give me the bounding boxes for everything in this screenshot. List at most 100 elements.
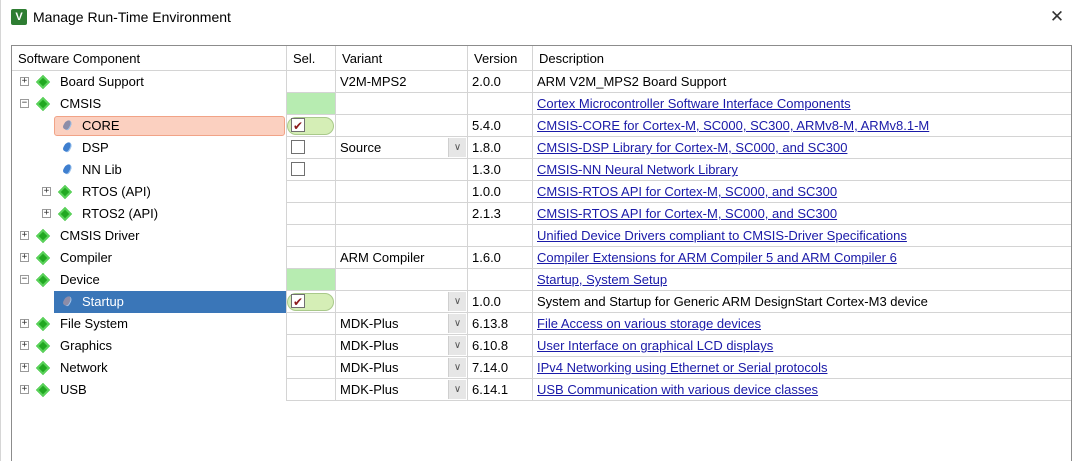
variant-cell bbox=[336, 181, 468, 203]
description-link[interactable]: CMSIS-RTOS API for Cortex-M, SC000, and … bbox=[537, 206, 837, 221]
chevron-down-icon[interactable]: ∨ bbox=[448, 292, 466, 311]
description-link[interactable]: Cortex Microcontroller Software Interfac… bbox=[537, 96, 851, 111]
column-header-description[interactable]: Description bbox=[533, 46, 1071, 71]
description-cell[interactable]: File Access on various storage devices bbox=[533, 313, 1071, 335]
expand-icon[interactable]: + bbox=[20, 231, 29, 240]
description-cell[interactable]: USB Communication with various device cl… bbox=[533, 379, 1071, 401]
chevron-down-icon[interactable]: ∨ bbox=[448, 336, 466, 355]
component-cell[interactable]: + Graphics bbox=[12, 335, 287, 357]
component-cell[interactable]: + File System bbox=[12, 313, 287, 335]
gem-icon bbox=[36, 361, 50, 375]
component-cell[interactable]: + Compiler bbox=[12, 247, 287, 269]
variant-cell[interactable]: MDK-Plus ∨ bbox=[336, 357, 468, 379]
chevron-down-icon[interactable]: ∨ bbox=[448, 138, 466, 157]
description-cell[interactable]: IPv4 Networking using Ethernet or Serial… bbox=[533, 357, 1071, 379]
component-cell[interactable]: + Board Support bbox=[12, 71, 287, 93]
close-icon[interactable]: ✕ bbox=[1047, 6, 1067, 28]
description-cell[interactable]: Startup, System Setup bbox=[533, 269, 1071, 291]
chevron-down-icon[interactable]: ∨ bbox=[448, 314, 466, 333]
expand-icon[interactable]: + bbox=[42, 187, 51, 196]
table-row[interactable]: + Network MDK-Plus ∨ 7.14.0 IPv4 Networking u… bbox=[12, 357, 1071, 379]
version-cell: 1.3.0 bbox=[468, 159, 533, 181]
expand-icon[interactable]: + bbox=[20, 319, 29, 328]
variant-value: V2M-MPS2 bbox=[340, 74, 407, 89]
table-row[interactable]: CORE 5.4.0 CMSIS-CORE for Cortex-M, SC000,… bbox=[12, 115, 1071, 137]
description-cell[interactable]: User Interface on graphical LCD displays bbox=[533, 335, 1071, 357]
description-cell[interactable]: Compiler Extensions for ARM Compiler 5 a… bbox=[533, 247, 1071, 269]
expand-icon[interactable]: + bbox=[42, 209, 51, 218]
column-header-sel[interactable]: Sel. bbox=[287, 46, 336, 71]
table-row[interactable]: + RTOS2 (API) 2.1.3 CMSIS-RTOS API for Cort… bbox=[12, 203, 1071, 225]
description-link[interactable]: CMSIS-RTOS API for Cortex-M, SC000, and … bbox=[537, 184, 837, 199]
select-checkbox[interactable] bbox=[291, 162, 305, 176]
table-row[interactable]: NN Lib 1.3.0 CMSIS-NN Neural Network Libra… bbox=[12, 159, 1071, 181]
component-cell[interactable]: CORE bbox=[12, 115, 287, 137]
sel-cell[interactable] bbox=[287, 159, 336, 181]
sel-cell[interactable] bbox=[287, 137, 336, 159]
table-row[interactable]: + File System MDK-Plus ∨ 6.13.8 File Access o… bbox=[12, 313, 1071, 335]
collapse-icon[interactable]: − bbox=[20, 99, 29, 108]
select-checkbox[interactable] bbox=[291, 140, 305, 154]
description-link[interactable]: Compiler Extensions for ARM Compiler 5 a… bbox=[537, 250, 897, 265]
table-row[interactable]: + USB MDK-Plus ∨ 6.14.1 USB Communication wit… bbox=[12, 379, 1071, 401]
variant-cell[interactable]: MDK-Plus ∨ bbox=[336, 379, 468, 401]
description-cell[interactable]: CMSIS-NN Neural Network Library bbox=[533, 159, 1071, 181]
variant-cell[interactable]: MDK-Plus ∨ bbox=[336, 335, 468, 357]
table-row[interactable]: + RTOS (API) 1.0.0 CMSIS-RTOS API for Corte… bbox=[12, 181, 1071, 203]
component-cell[interactable]: DSP bbox=[12, 137, 287, 159]
description-cell[interactable]: Cortex Microcontroller Software Interfac… bbox=[533, 93, 1071, 115]
column-header-version[interactable]: Version bbox=[468, 46, 533, 71]
expand-icon[interactable]: + bbox=[20, 77, 29, 86]
component-cell[interactable]: Startup bbox=[12, 291, 287, 313]
table-row[interactable]: DSP Source ∨ 1.8.0 CMSIS-DSP Library for Cor… bbox=[12, 137, 1071, 159]
column-header-component[interactable]: Software Component bbox=[12, 46, 287, 71]
table-row[interactable]: + Compiler ARM Compiler 1.6.0 Compiler Exten… bbox=[12, 247, 1071, 269]
description-link[interactable]: Unified Device Drivers compliant to CMSI… bbox=[537, 228, 907, 243]
select-checkbox[interactable] bbox=[291, 292, 305, 312]
description-cell[interactable]: Unified Device Drivers compliant to CMSI… bbox=[533, 225, 1071, 247]
component-cell[interactable]: − CMSIS bbox=[12, 93, 287, 115]
collapse-icon[interactable]: − bbox=[20, 275, 29, 284]
component-cell[interactable]: + RTOS (API) bbox=[12, 181, 287, 203]
component-name: Board Support bbox=[60, 74, 144, 89]
description-link[interactable]: Startup, System Setup bbox=[537, 272, 667, 287]
component-cell[interactable]: − Device bbox=[12, 269, 287, 291]
description-cell[interactable]: CMSIS-RTOS API for Cortex-M, SC000, and … bbox=[533, 181, 1071, 203]
expand-icon[interactable]: + bbox=[20, 253, 29, 262]
description-cell[interactable]: CMSIS-CORE for Cortex-M, SC000, SC300, A… bbox=[533, 115, 1071, 137]
sel-cell[interactable] bbox=[287, 115, 336, 137]
component-cell[interactable]: + RTOS2 (API) bbox=[12, 203, 287, 225]
component-name: DSP bbox=[82, 140, 109, 155]
description-cell[interactable]: CMSIS-RTOS API for Cortex-M, SC000, and … bbox=[533, 203, 1071, 225]
table-row[interactable]: − CMSIS Cortex Microcontroller Software In… bbox=[12, 93, 1071, 115]
component-cell[interactable]: + USB bbox=[12, 379, 287, 401]
table-row[interactable]: − Device Startup, System Setup bbox=[12, 269, 1071, 291]
expand-icon[interactable]: + bbox=[20, 341, 29, 350]
table-row[interactable]: + Board Support V2M-MPS2 2.0.0 ARM V2M_MPS2 … bbox=[12, 71, 1071, 93]
description-link[interactable]: USB Communication with various device cl… bbox=[537, 382, 818, 397]
component-cell[interactable]: NN Lib bbox=[12, 159, 287, 181]
expand-icon[interactable]: + bbox=[20, 385, 29, 394]
column-header-variant[interactable]: Variant bbox=[336, 46, 468, 71]
table-row[interactable]: + Graphics MDK-Plus ∨ 6.10.8 User Interface o… bbox=[12, 335, 1071, 357]
description-link[interactable]: File Access on various storage devices bbox=[537, 316, 761, 331]
variant-cell[interactable]: MDK-Plus ∨ bbox=[336, 313, 468, 335]
variant-cell[interactable]: ∨ bbox=[336, 291, 468, 313]
sel-cell[interactable] bbox=[287, 291, 336, 313]
description-link[interactable]: IPv4 Networking using Ethernet or Serial… bbox=[537, 360, 827, 375]
chevron-down-icon[interactable]: ∨ bbox=[448, 358, 466, 377]
select-checkbox[interactable] bbox=[291, 116, 305, 136]
component-cell[interactable]: + CMSIS Driver bbox=[12, 225, 287, 247]
table-row[interactable]: + CMSIS Driver Unified Device Drivers comp… bbox=[12, 225, 1071, 247]
expand-icon[interactable]: + bbox=[20, 363, 29, 372]
table-row[interactable]: Startup ∨1.0.0 System and Startup for Gene… bbox=[12, 291, 1071, 313]
description-cell[interactable]: CMSIS-DSP Library for Cortex-M, SC000, a… bbox=[533, 137, 1071, 159]
description-link[interactable]: User Interface on graphical LCD displays bbox=[537, 338, 773, 353]
description-link[interactable]: CMSIS-CORE for Cortex-M, SC000, SC300, A… bbox=[537, 118, 929, 133]
component-cell[interactable]: + Network bbox=[12, 357, 287, 379]
chevron-down-icon[interactable]: ∨ bbox=[448, 380, 466, 399]
variant-cell[interactable]: Source ∨ bbox=[336, 137, 468, 159]
component-name: CORE bbox=[82, 118, 120, 133]
description-link[interactable]: CMSIS-DSP Library for Cortex-M, SC000, a… bbox=[537, 140, 847, 155]
description-link[interactable]: CMSIS-NN Neural Network Library bbox=[537, 162, 738, 177]
